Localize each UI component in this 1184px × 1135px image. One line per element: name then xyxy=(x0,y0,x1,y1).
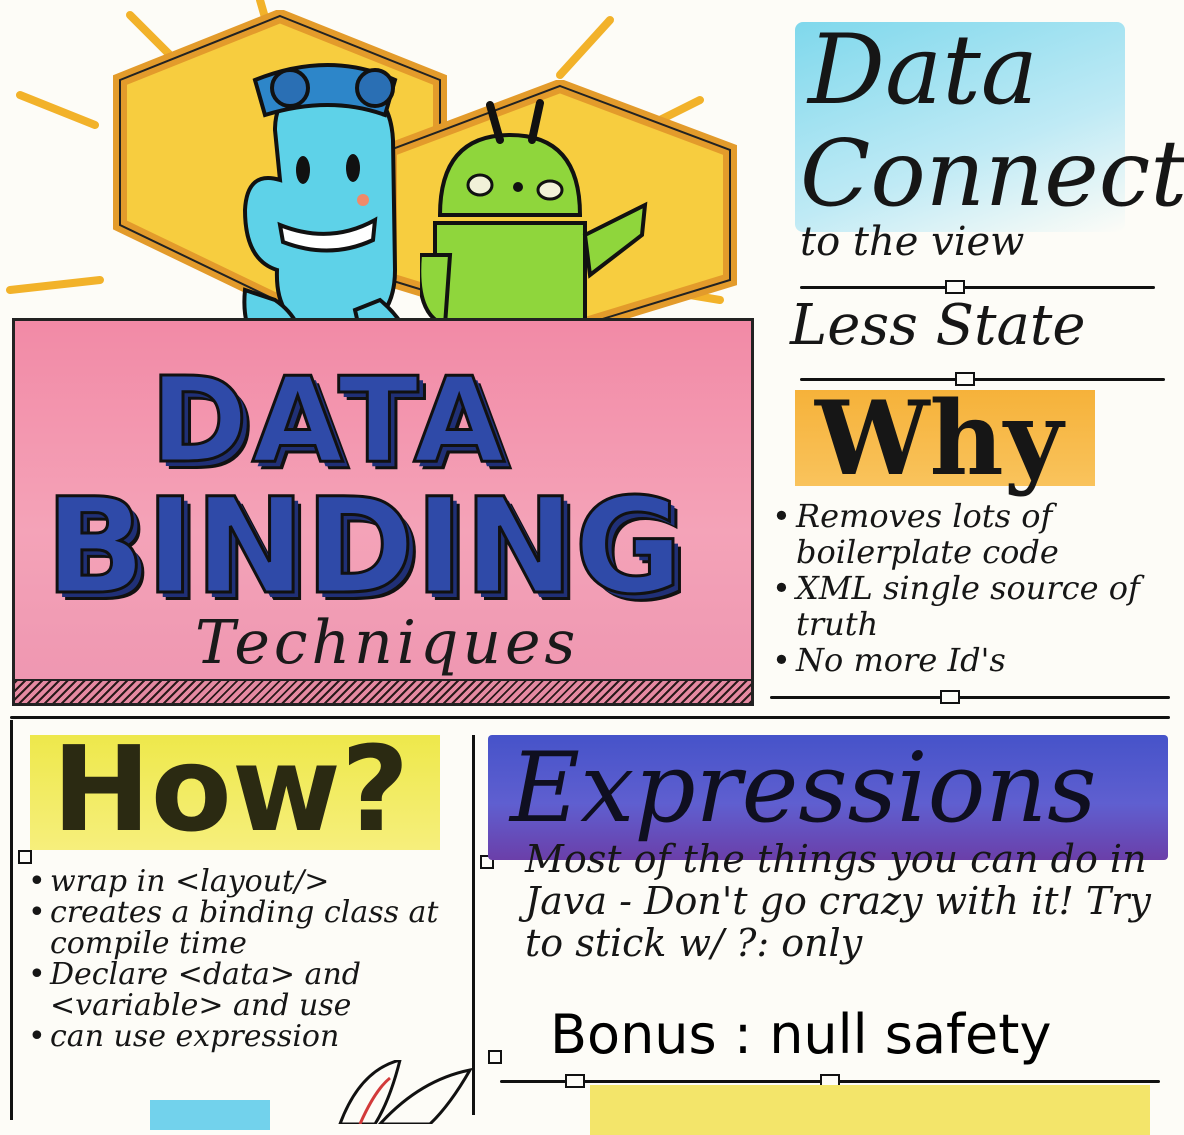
bunny-ears-illustration xyxy=(338,1060,473,1124)
divider-line xyxy=(800,286,1155,289)
list-item: creates a binding class at compile time xyxy=(28,897,468,959)
expressions-body-text: Most of the things you can do in Java - … xyxy=(525,837,1151,965)
divider-mark xyxy=(940,690,960,704)
expressions-heading: Expressions xyxy=(510,732,1097,844)
list-item: can use expression xyxy=(28,1021,468,1052)
section-divider-line xyxy=(10,716,1170,719)
list-item: No more Id's xyxy=(772,642,1172,678)
title-binding-text: BINDING xyxy=(44,470,685,624)
list-item: Declare <data> and <variable> and use xyxy=(28,959,468,1021)
data-heading: Data xyxy=(808,14,1039,126)
list-item: Removes lots of boilerplate code xyxy=(772,498,1172,570)
next-section-highlight xyxy=(590,1085,1150,1135)
android-robot-mascot-illustration xyxy=(420,99,648,328)
bottom-blue-highlight xyxy=(150,1100,270,1130)
how-heading: How? xyxy=(52,720,410,858)
title-banner: DATA BINDING Techniques xyxy=(12,318,754,706)
connect-heading: Connect xyxy=(800,120,1184,227)
bonus-text: Bonus : null safety xyxy=(550,1003,1052,1066)
divider-line xyxy=(770,696,1170,699)
column-divider-line xyxy=(472,735,475,1115)
connect-subheading: to the view xyxy=(800,219,1025,265)
less-state-text: Less State xyxy=(790,293,1086,358)
why-heading: Why xyxy=(815,379,1063,499)
list-item: wrap in <layout/> xyxy=(28,866,468,897)
list-item: XML single source of truth xyxy=(772,570,1172,642)
how-list: wrap in <layout/> creates a binding clas… xyxy=(28,866,468,1052)
why-list: Removes lots of boilerplate code XML sin… xyxy=(772,498,1172,678)
page-border-line xyxy=(10,720,13,1120)
divider-mark xyxy=(945,280,965,294)
divider-mark xyxy=(18,850,32,864)
title-data-text: DATA xyxy=(149,351,509,489)
title-techniques-text: Techniques xyxy=(195,608,580,678)
banner-hatch-decoration xyxy=(15,679,751,703)
divider-mark xyxy=(565,1074,585,1088)
divider-mark xyxy=(488,1050,502,1064)
